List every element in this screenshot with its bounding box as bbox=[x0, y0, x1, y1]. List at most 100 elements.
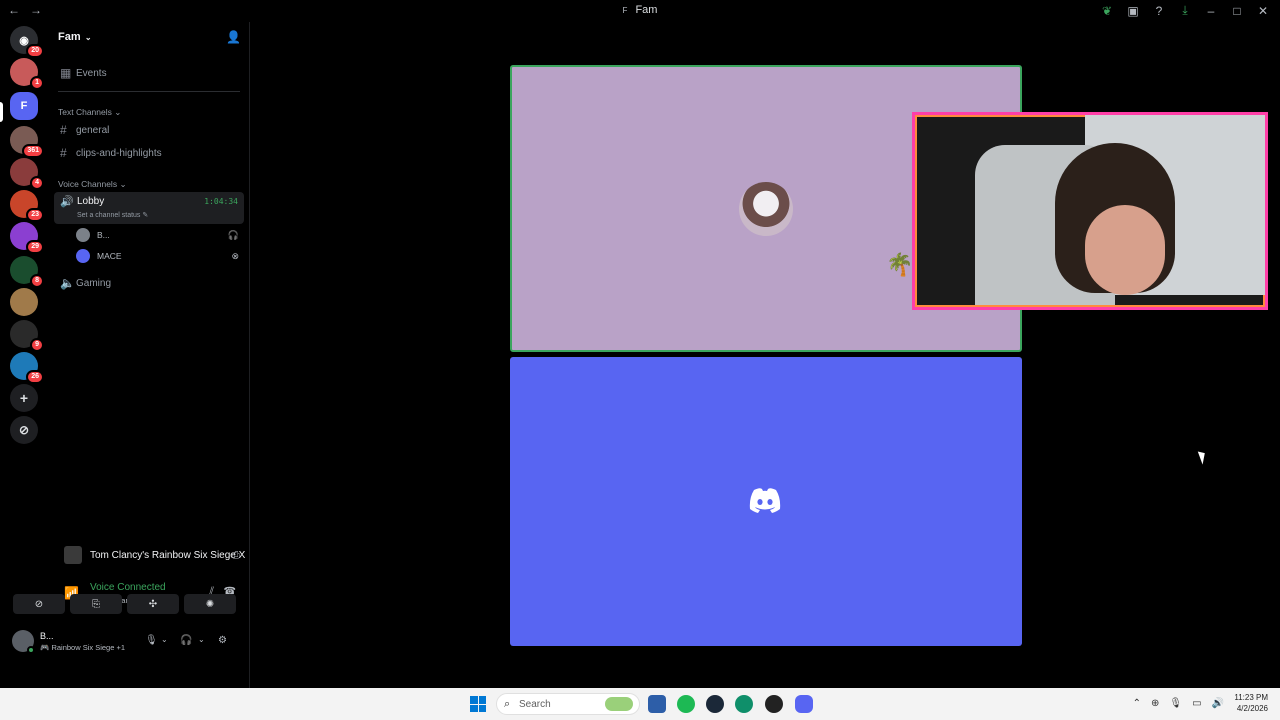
clock[interactable]: 11:23 PM 4/2/2026 bbox=[1234, 692, 1268, 714]
close-button[interactable]: ✕ bbox=[1256, 4, 1270, 18]
server-icon-9[interactable]: 26 bbox=[10, 352, 44, 384]
voice-channel-gaming[interactable]: 🔈 Gaming bbox=[54, 273, 244, 293]
server-header[interactable]: Fam ⌄ bbox=[58, 31, 92, 43]
speaker-icon: 🔊 bbox=[60, 196, 74, 208]
call-timer: 1:04:34 bbox=[204, 197, 238, 206]
unread-badge: 9 bbox=[30, 338, 44, 352]
discord-taskbar-icon[interactable] bbox=[795, 695, 813, 713]
windows-start-icon[interactable] bbox=[470, 696, 486, 712]
text-channels-category[interactable]: Text Channels ⌄ bbox=[58, 107, 121, 118]
server-icon-2[interactable]: 361 bbox=[10, 126, 44, 158]
mouse-cursor bbox=[1197, 449, 1209, 465]
speaker-icon: 🔈 bbox=[60, 276, 75, 290]
minimize-button[interactable]: – bbox=[1204, 4, 1218, 18]
unread-badge: 26 bbox=[26, 370, 44, 384]
channel-clips-and-highlights[interactable]: # clips-and-highlights bbox=[54, 143, 244, 163]
voice-member[interactable]: B... bbox=[76, 226, 110, 244]
channel-general[interactable]: # general bbox=[54, 120, 244, 140]
game-name: Tom Clancy's Rainbow Six Siege X bbox=[90, 549, 246, 561]
events-label: Events bbox=[76, 67, 107, 79]
chevron-up-icon[interactable]: ⌃ bbox=[1133, 698, 1141, 709]
voice-status: Voice Connected bbox=[90, 582, 166, 593]
server-icon-1[interactable]: 1 bbox=[10, 58, 44, 90]
channel-name: general bbox=[76, 124, 110, 136]
search-placeholder: Search bbox=[519, 698, 551, 710]
microphone-icon[interactable]: 🎙 bbox=[145, 635, 158, 646]
screen-share-button[interactable]: ⎘ bbox=[70, 594, 122, 614]
time: 11:23 PM bbox=[1234, 693, 1268, 702]
server-icon-3[interactable]: 4 bbox=[10, 158, 44, 190]
person-face bbox=[1085, 205, 1165, 295]
server-icon-6[interactable]: 8 bbox=[10, 256, 44, 288]
online-status-dot bbox=[27, 646, 35, 654]
voice-channel-lobby[interactable]: 🔊 Lobby 1:04:34 Set a channel status ✎ bbox=[54, 192, 244, 224]
user-status: 🎮 Rainbow Six Siege +1 bbox=[40, 643, 126, 652]
member-name: MACE bbox=[97, 251, 122, 261]
chevron-down-icon: ⌄ bbox=[82, 33, 92, 42]
date: 4/2/2026 bbox=[1236, 704, 1268, 713]
member-name: B... bbox=[97, 230, 110, 240]
voice-actions: ⊘ ⎘ ✣ ✺ bbox=[13, 594, 237, 614]
hash-icon: # bbox=[60, 146, 67, 160]
voice-channels-category[interactable]: Voice Channels ⌄ bbox=[58, 179, 127, 190]
server-icon-7[interactable] bbox=[10, 288, 38, 316]
discord-logo-icon bbox=[749, 488, 781, 513]
chevron-down-icon[interactable]: ⌄ bbox=[198, 635, 205, 644]
category-label: Text Channels bbox=[58, 107, 112, 117]
activity-panel: Tom Clancy's Rainbow Six Siege X ⎙ bbox=[58, 541, 246, 569]
user-panel: B... 🎮 Rainbow Six Siege +1 🎙 ⌄ 🎧 ⌄ ⚙ bbox=[8, 628, 227, 656]
deafened-icon: 🎧 bbox=[227, 230, 239, 240]
help-icon[interactable]: ? bbox=[1152, 4, 1166, 18]
avatar bbox=[76, 228, 90, 242]
channel-status-prompt[interactable]: Set a channel status ✎ bbox=[77, 211, 148, 219]
headphones-icon[interactable]: 🎧 bbox=[180, 635, 192, 646]
download-icon[interactable]: ⤓ bbox=[1178, 3, 1192, 18]
unread-badge: 4 bbox=[30, 176, 44, 190]
server-icon-fam[interactable]: F bbox=[10, 92, 38, 120]
spotify-icon[interactable] bbox=[677, 695, 695, 713]
gear-icon[interactable]: ⚙ bbox=[218, 635, 227, 646]
obs-icon[interactable] bbox=[765, 695, 783, 713]
activities-button[interactable]: ✣ bbox=[127, 594, 179, 614]
maximize-button[interactable]: □ bbox=[1230, 4, 1244, 18]
store-icon[interactable] bbox=[648, 695, 666, 713]
title-bar: ← → F Fam ❦ ▣ ? ⤓ – □ ✕ bbox=[0, 0, 1280, 22]
nitro-leaf-icon[interactable]: ❦ bbox=[1100, 4, 1114, 18]
divider bbox=[58, 91, 240, 92]
search-icon: ⌕ bbox=[504, 698, 511, 710]
taskbar-search[interactable]: ⌕ Search bbox=[496, 693, 640, 715]
edge-icon[interactable] bbox=[735, 695, 753, 713]
stream-game-icon[interactable]: ⎙ bbox=[232, 550, 240, 561]
chevron-down-icon[interactable]: ⌄ bbox=[161, 635, 168, 644]
username: B... bbox=[40, 631, 54, 641]
server-icon-4[interactable]: 23 bbox=[10, 190, 44, 222]
display-icon[interactable]: ▭ bbox=[1192, 698, 1201, 709]
add-server-icon[interactable]: + bbox=[10, 384, 38, 412]
channel-name: Lobby bbox=[77, 196, 105, 207]
server-icon: F bbox=[622, 6, 628, 15]
video-tile-muted[interactable] bbox=[510, 357, 1022, 646]
participant-avatar bbox=[739, 182, 793, 236]
xbox-icon: ⊗ bbox=[231, 251, 239, 261]
inbox-icon[interactable]: ▣ bbox=[1126, 4, 1140, 18]
events-item[interactable]: ▦ Events bbox=[54, 63, 244, 83]
avatar bbox=[76, 249, 90, 263]
direct-messages-icon[interactable]: ◉ 20 bbox=[10, 26, 44, 58]
unread-badge: 29 bbox=[26, 240, 44, 254]
system-tray: ⌃ ⊕ 🎙 ▭ 🔊 bbox=[1133, 698, 1224, 709]
voice-member[interactable]: MACE bbox=[76, 247, 122, 265]
camera-button[interactable]: ⊘ bbox=[13, 594, 65, 614]
network-icon[interactable]: ⊕ bbox=[1151, 698, 1159, 709]
channel-sidebar: Fam ⌄ 👤 ▦ Events Text Channels ⌄ # gener… bbox=[50, 22, 250, 688]
mic-icon[interactable]: 🎙 bbox=[1169, 698, 1182, 709]
server-icon-8[interactable]: 9 bbox=[10, 320, 44, 352]
discover-icon[interactable]: ⊘ bbox=[10, 416, 38, 444]
invite-people-icon[interactable]: 👤 bbox=[226, 30, 241, 44]
steam-icon[interactable] bbox=[706, 695, 724, 713]
soundboard-button[interactable]: ✺ bbox=[184, 594, 236, 614]
category-label: Voice Channels bbox=[58, 179, 118, 189]
volume-icon[interactable]: 🔊 bbox=[1212, 698, 1224, 709]
selected-pill bbox=[0, 102, 3, 122]
server-icon-5[interactable]: 29 bbox=[10, 222, 44, 254]
server-rail: ◉ 20 1 F 361 4 23 29 8 9 26 + ⊘ bbox=[0, 22, 50, 688]
